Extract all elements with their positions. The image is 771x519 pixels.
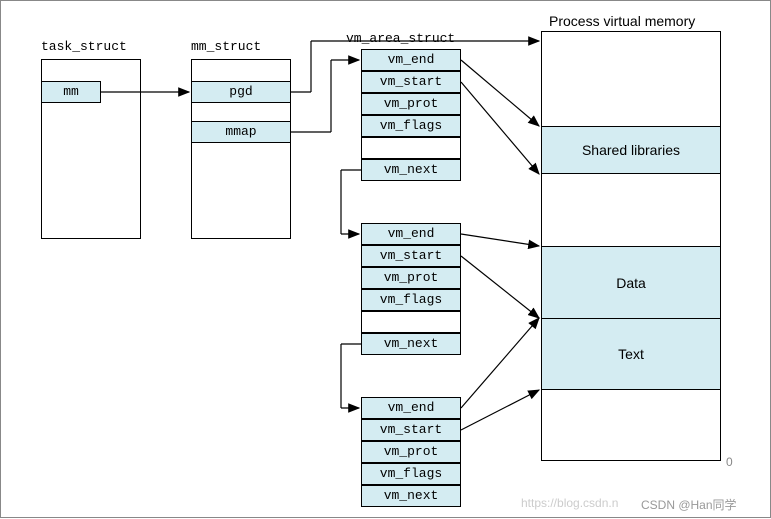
vma2-vm-next: vm_next (361, 333, 461, 355)
vma3-vm-end: vm_end (361, 397, 461, 419)
vma3-vm-start: vm_start (361, 419, 461, 441)
vma1-vm-start: vm_start (361, 71, 461, 93)
diagram-canvas: task_struct mm_struct vm_area_struct Pro… (0, 0, 771, 518)
vma1-vm-flags: vm_flags (361, 115, 461, 137)
vma1-vm-next: vm_next (361, 159, 461, 181)
vma1-spacer (361, 137, 461, 159)
vma2-vm-start: vm_start (361, 245, 461, 267)
mem-zero-label: 0 (726, 455, 733, 469)
mem-text: Text (541, 318, 721, 390)
vma1-vm-end: vm_end (361, 49, 461, 71)
watermark-right: CSDN @Han同学 (641, 496, 737, 513)
vma1-vm-prot: vm_prot (361, 93, 461, 115)
mem-shared-libs: Shared libraries (541, 126, 721, 174)
watermark-left: https://blog.csdn.n (521, 496, 618, 510)
mem-data: Data (541, 246, 721, 318)
vma3-vm-flags: vm_flags (361, 463, 461, 485)
vma2-vm-prot: vm_prot (361, 267, 461, 289)
field-mmap: mmap (191, 121, 291, 143)
title-process-vm: Process virtual memory (549, 13, 695, 29)
vma3-vm-next: vm_next (361, 485, 461, 507)
title-task-struct: task_struct (41, 39, 127, 54)
title-vm-area-struct: vm_area_struct (346, 31, 455, 46)
vma2-vm-end: vm_end (361, 223, 461, 245)
vma2-vm-flags: vm_flags (361, 289, 461, 311)
field-pgd: pgd (191, 81, 291, 103)
vma3-vm-prot: vm_prot (361, 441, 461, 463)
title-mm-struct: mm_struct (191, 39, 261, 54)
vma2-spacer (361, 311, 461, 333)
field-mm: mm (41, 81, 101, 103)
